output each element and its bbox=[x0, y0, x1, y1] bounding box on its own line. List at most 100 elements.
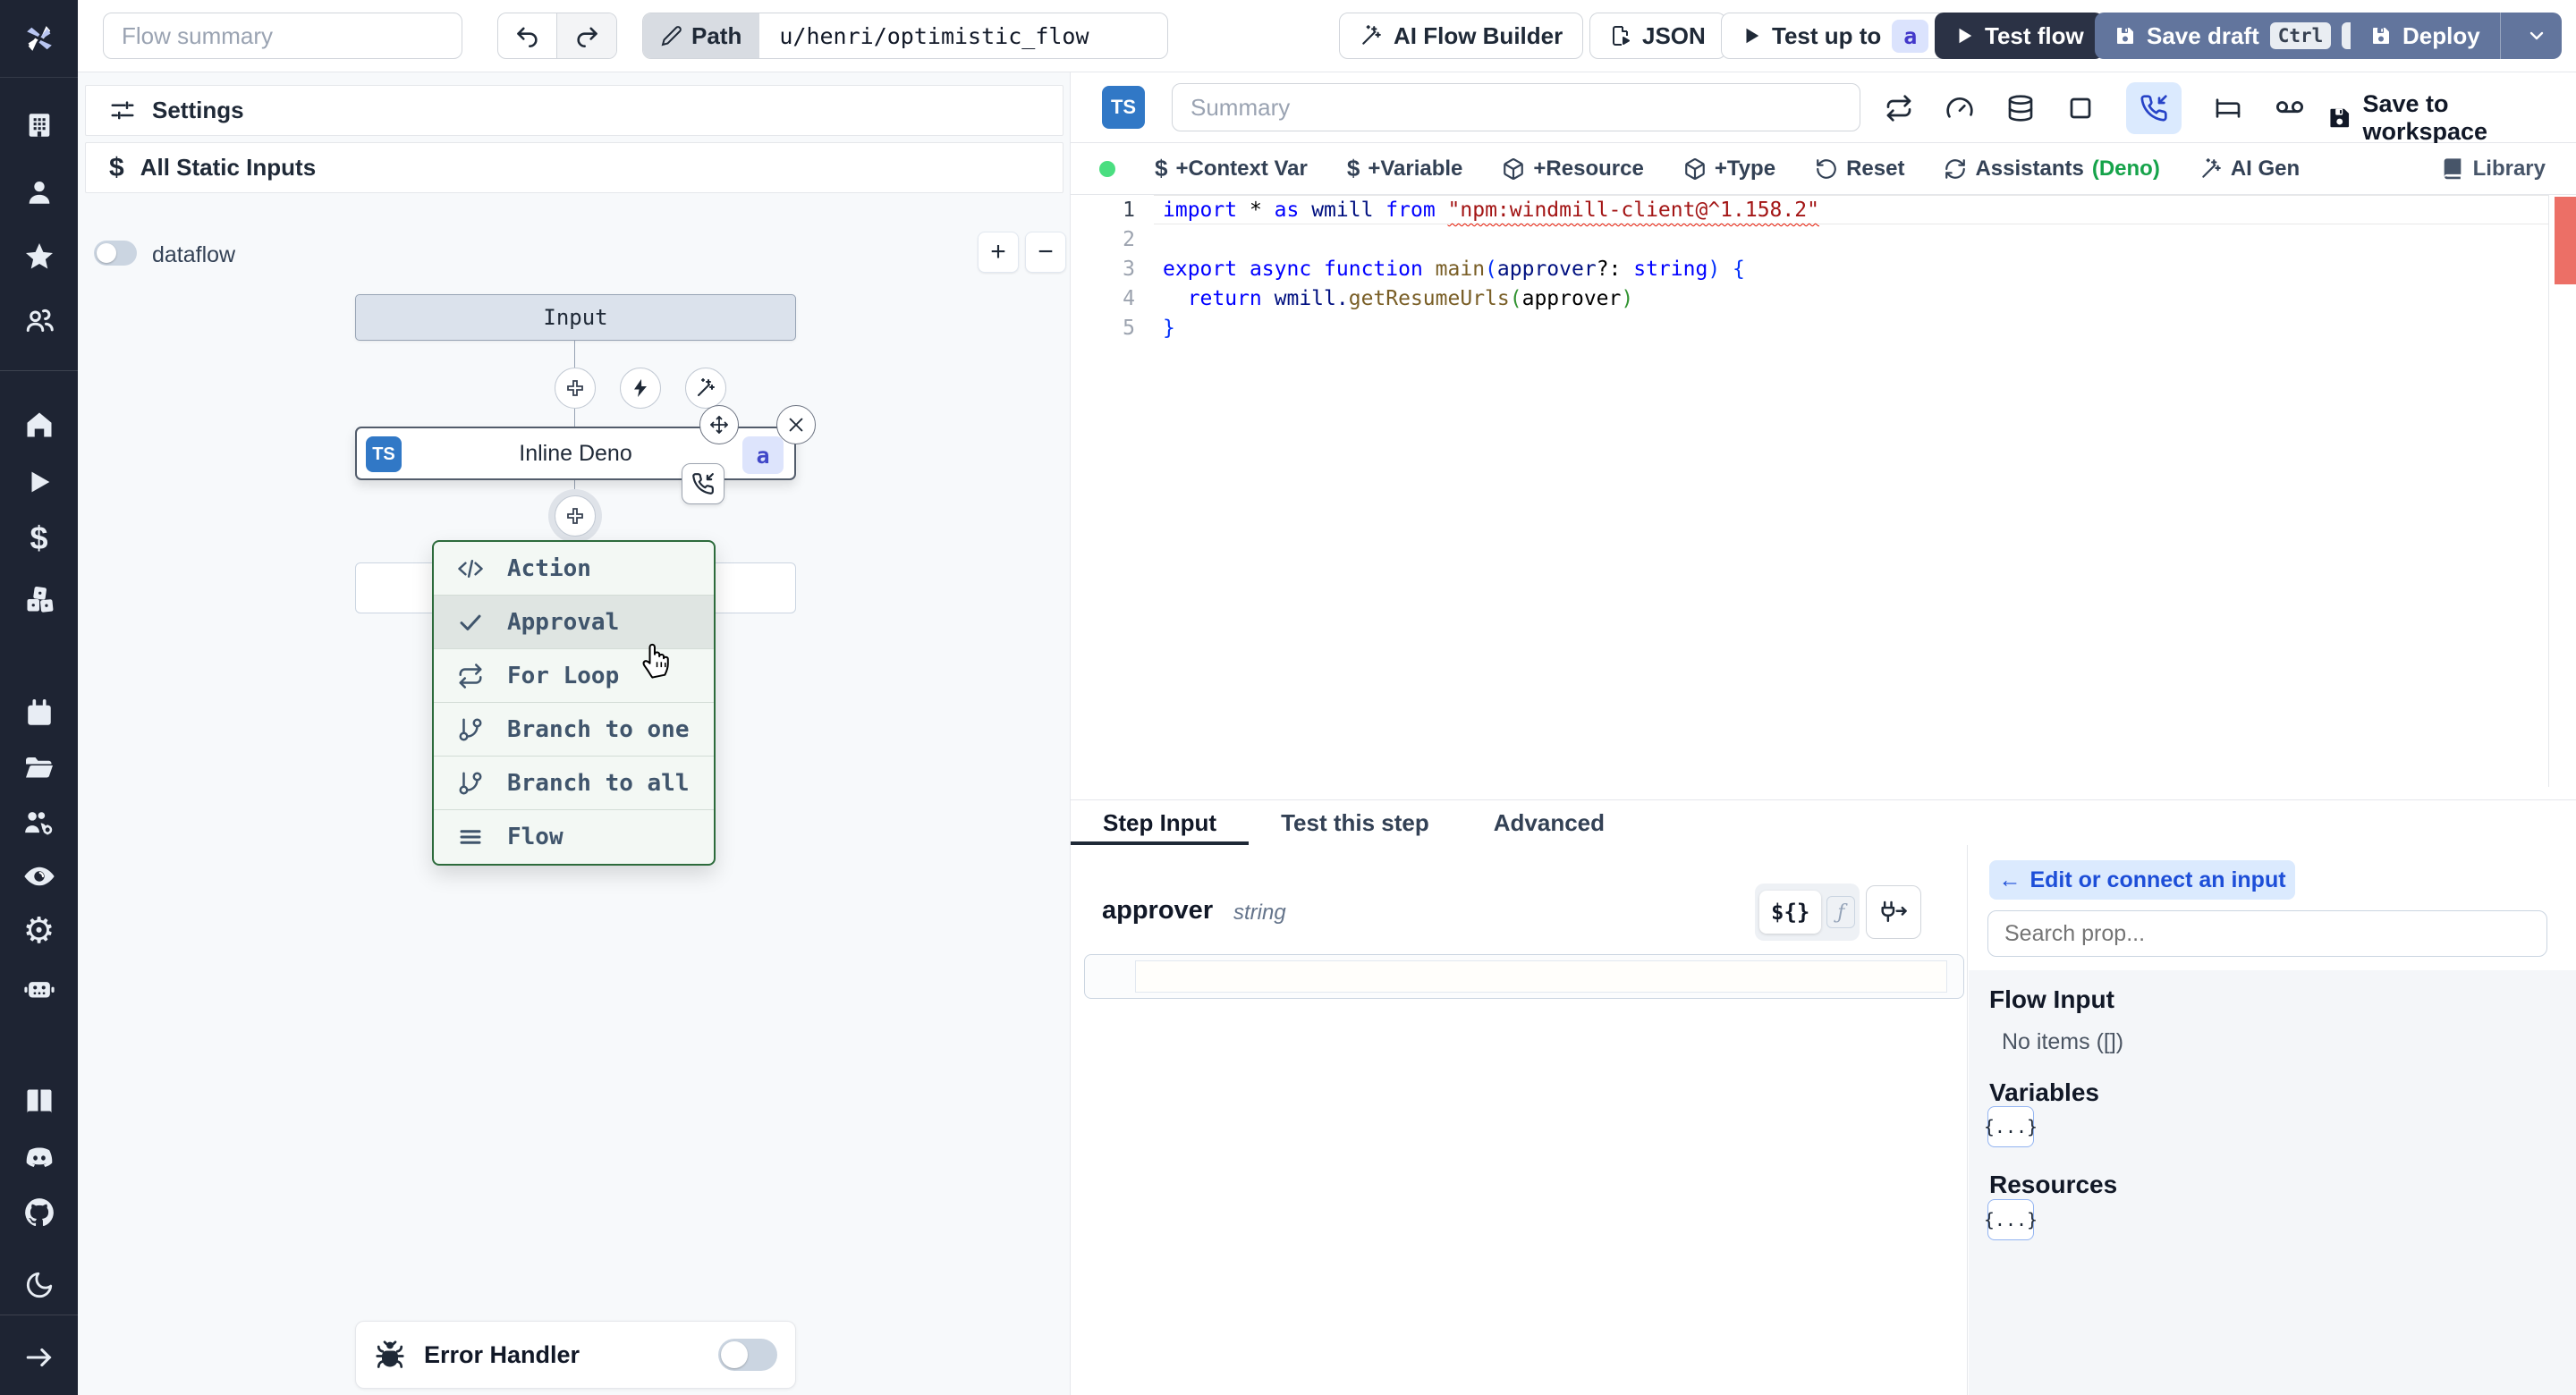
refresh-icon bbox=[1945, 158, 1966, 179]
assistants-button[interactable]: Assistants (Deno) bbox=[1944, 156, 2160, 182]
workers-robot-icon[interactable] bbox=[22, 972, 56, 1006]
delete-node-button[interactable] bbox=[776, 405, 816, 444]
overview-error-marker bbox=[2555, 197, 2576, 284]
reset-button[interactable]: Reset bbox=[1815, 156, 1904, 182]
github-icon[interactable] bbox=[22, 1196, 56, 1230]
schedules-calendar-icon[interactable] bbox=[24, 698, 55, 729]
add-step-button[interactable] bbox=[555, 495, 596, 537]
summary-input[interactable] bbox=[1172, 83, 1860, 131]
tab-test-this-step[interactable]: Test this step bbox=[1249, 800, 1462, 845]
suspend-approval-button-selected[interactable] bbox=[2126, 82, 2182, 134]
flow-settings-row[interactable]: Settings bbox=[85, 85, 1063, 136]
template-mode-button[interactable]: ${} bbox=[1759, 891, 1822, 934]
favorites-star-icon[interactable] bbox=[23, 241, 55, 273]
path-group: Path u/henri/optimistic_flow bbox=[642, 13, 1168, 59]
undo-button[interactable] bbox=[498, 13, 557, 58]
deploy-dropdown-button[interactable] bbox=[2512, 13, 2562, 59]
zoom-in-button[interactable]: + bbox=[978, 232, 1019, 273]
rotate-ccw-icon bbox=[1817, 158, 1836, 179]
editor-header: TS Save to workspace bbox=[1071, 72, 2576, 146]
error-handler-card[interactable]: Error Handler bbox=[355, 1321, 796, 1389]
deploy-button[interactable]: Deploy bbox=[2351, 13, 2562, 59]
edit-or-connect-button[interactable]: ← Edit or connect an input bbox=[1989, 860, 2295, 900]
phone-incoming-icon bbox=[692, 473, 714, 495]
flow-summary-input[interactable] bbox=[103, 13, 462, 59]
add-variable-button[interactable]: $ +Variable bbox=[1347, 155, 1463, 182]
library-button[interactable]: Library bbox=[2440, 156, 2546, 182]
variables-object-chip[interactable]: {...} bbox=[1984, 1106, 2038, 1147]
test-up-to-button[interactable]: Test up to a bbox=[1721, 13, 1950, 59]
settings-gear-icon[interactable]: ⚙ bbox=[23, 910, 55, 951]
runs-play-icon[interactable] bbox=[24, 467, 55, 497]
discord-icon[interactable] bbox=[22, 1141, 56, 1175]
expand-arrow-icon[interactable] bbox=[24, 1342, 55, 1373]
save-to-workspace-button[interactable]: Save to workspace bbox=[2327, 90, 2576, 146]
path-button[interactable]: Path bbox=[643, 13, 760, 58]
approver-input[interactable] bbox=[1135, 960, 1947, 993]
all-static-inputs-row[interactable]: $ All Static Inputs bbox=[85, 142, 1063, 193]
flow-input-node[interactable]: Input bbox=[355, 294, 796, 341]
community-users-icon[interactable] bbox=[23, 305, 55, 337]
windmill-logo[interactable] bbox=[0, 0, 78, 78]
mock-voicemail-icon[interactable] bbox=[2275, 93, 2305, 123]
menu-item-flow[interactable]: Flow bbox=[434, 810, 714, 864]
error-handler-toggle[interactable] bbox=[718, 1339, 777, 1371]
redo-button[interactable] bbox=[557, 13, 616, 58]
workspace-icon[interactable] bbox=[24, 110, 55, 140]
audit-eye-icon[interactable] bbox=[22, 859, 56, 893]
trigger-button[interactable] bbox=[620, 368, 661, 409]
line-number: 4 bbox=[1123, 287, 1135, 310]
dark-mode-moon-icon[interactable] bbox=[24, 1270, 55, 1300]
user-icon[interactable] bbox=[24, 177, 55, 207]
windmill-logo-icon bbox=[26, 26, 52, 51]
home-icon[interactable] bbox=[23, 409, 55, 441]
sleep-bed-icon[interactable] bbox=[2214, 94, 2242, 123]
folders-icon[interactable] bbox=[23, 752, 55, 784]
insert-step-button[interactable] bbox=[555, 368, 596, 409]
concurrency-square-icon[interactable] bbox=[2067, 95, 2094, 122]
resources-boxes-icon[interactable] bbox=[23, 583, 55, 615]
flow-input-node-label: Input bbox=[543, 305, 608, 330]
resources-heading: Resources bbox=[1989, 1171, 2118, 1198]
search-prop-input[interactable] bbox=[1987, 910, 2547, 957]
variables-heading: Variables bbox=[1989, 1078, 2099, 1106]
early-stop-gauge-icon[interactable] bbox=[1945, 94, 1974, 123]
suspend-indicator[interactable] bbox=[682, 463, 724, 504]
json-button[interactable]: JSON bbox=[1589, 13, 1726, 59]
add-type-button[interactable]: +Type bbox=[1683, 156, 1775, 182]
add-resource-button[interactable]: +Resource bbox=[1502, 156, 1644, 182]
dollar-icon: $ bbox=[109, 152, 124, 182]
flow-input-heading: Flow Input bbox=[1989, 985, 2114, 1013]
variables-dollar-icon[interactable]: $ bbox=[30, 520, 47, 557]
zoom-out-button[interactable]: − bbox=[1025, 232, 1066, 273]
menu-item-branch-to-all[interactable]: Branch to all bbox=[434, 757, 714, 810]
tab-advanced[interactable]: Advanced bbox=[1462, 800, 1637, 845]
tab-step-input[interactable]: Step Input bbox=[1071, 800, 1250, 845]
sliders-icon bbox=[111, 100, 134, 119]
menu-item-action[interactable]: Action bbox=[434, 542, 714, 596]
move-node-button[interactable] bbox=[699, 405, 739, 444]
retries-repeat-icon[interactable] bbox=[1885, 94, 1913, 123]
line-number: 5 bbox=[1123, 317, 1135, 340]
wand-icon bbox=[2202, 157, 2221, 178]
groups-user-cog-icon[interactable] bbox=[22, 806, 56, 840]
editor-toolbar: $ +Context Var $ +Variable +Resource +Type… bbox=[1071, 143, 2576, 195]
dataflow-toggle[interactable] bbox=[94, 241, 137, 266]
ai-suggest-button[interactable] bbox=[685, 368, 726, 409]
ai-flow-builder-button[interactable]: AI Flow Builder bbox=[1339, 13, 1584, 59]
connect-input-button[interactable] bbox=[1866, 885, 1921, 939]
step-node-label: Inline Deno bbox=[519, 440, 632, 466]
docs-book-icon[interactable] bbox=[23, 1086, 55, 1118]
ai-gen-button[interactable]: AI Gen bbox=[2199, 156, 2300, 182]
save-draft-button[interactable]: Save draft Ctrl S bbox=[2095, 13, 2389, 59]
menu-item-branch-to-one[interactable]: Branch to one bbox=[434, 703, 714, 757]
add-context-var-button[interactable]: $ +Context Var bbox=[1155, 155, 1308, 182]
resources-object-chip[interactable]: {...} bbox=[1984, 1199, 2038, 1240]
cache-database-icon[interactable] bbox=[2006, 94, 2035, 123]
javascript-mode-button[interactable]: ƒ bbox=[1826, 896, 1856, 928]
repeat-icon bbox=[459, 663, 482, 689]
path-value[interactable]: u/henri/optimistic_flow bbox=[759, 13, 1108, 58]
typescript-badge: TS bbox=[366, 436, 402, 472]
save-icon bbox=[2373, 28, 2389, 44]
test-flow-button[interactable]: Test flow bbox=[1935, 13, 2104, 59]
